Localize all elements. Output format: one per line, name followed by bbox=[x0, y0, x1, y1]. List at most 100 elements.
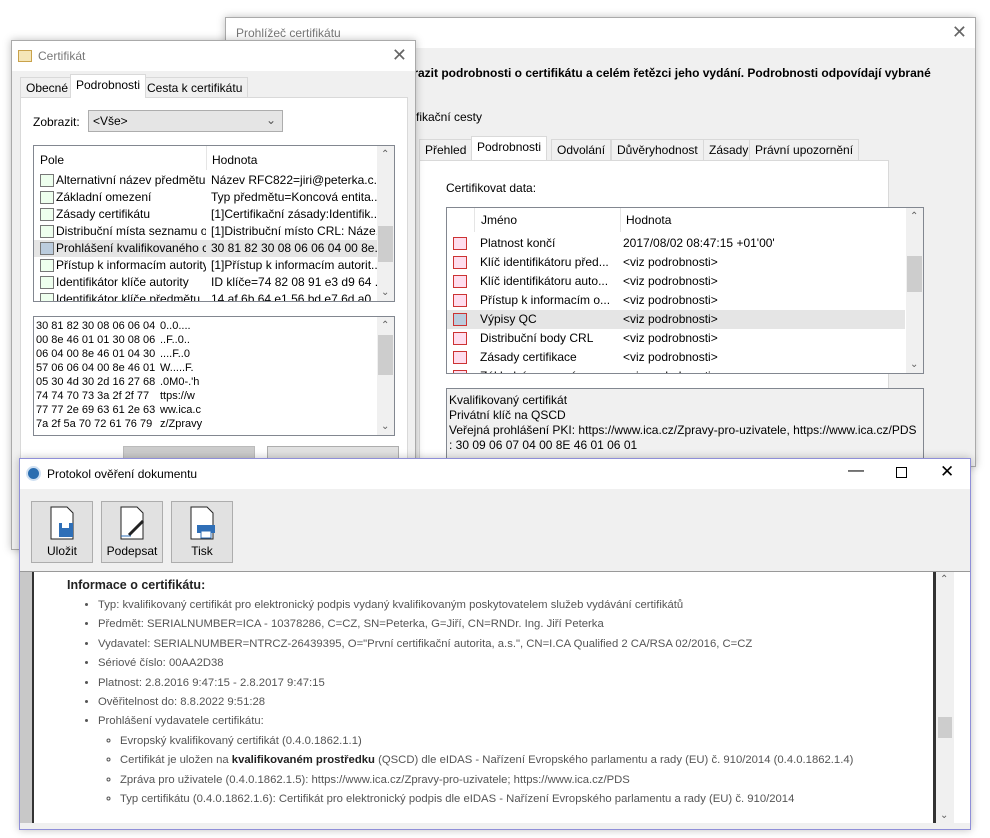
tab-obecne[interactable]: Obecné bbox=[20, 77, 75, 98]
cert-data-row[interactable]: Přístup k informacím o... <viz podrobnost… bbox=[447, 291, 905, 310]
field-row[interactable]: Alternativní název předmětu Název RFC822=… bbox=[34, 172, 378, 189]
row-value: <viz podrobnosti> bbox=[623, 293, 718, 307]
scrollbar[interactable]: ⌃ ⌄ bbox=[906, 208, 923, 373]
info-item: Platnost: 2.8.2016 9:47:15 - 2.8.2017 9:… bbox=[98, 674, 920, 693]
close-icon[interactable]: ✕ bbox=[952, 22, 967, 43]
cert-field-icon bbox=[453, 332, 467, 345]
tab-cesta[interactable]: Cesta k certifikátu bbox=[141, 77, 249, 98]
cert-field-icon bbox=[453, 370, 467, 373]
field-name: Prohlášení kvalifikovaného c... bbox=[56, 241, 206, 255]
detail-line: Veřejná prohlášení PKI: https://www.ica.… bbox=[449, 423, 917, 437]
tab-podrobnosti[interactable]: Podrobnosti bbox=[70, 74, 147, 98]
field-row[interactable]: Identifikátor klíče autority ID klíče=74 … bbox=[34, 274, 378, 291]
field-row[interactable]: Zásady certifikátu [1]Certifikační zásady… bbox=[34, 206, 378, 223]
tab-odvolani[interactable]: Odvolání bbox=[551, 139, 612, 160]
sign-label: Podepsat bbox=[106, 544, 158, 558]
statement-text: (QSCD) dle eIDAS - Nařízení Evropského p… bbox=[374, 754, 854, 767]
viewer-intro: brazit podrobnosti o certifikátu a celém… bbox=[406, 66, 931, 80]
hex-ascii: 0..0.... bbox=[160, 320, 191, 332]
cert-field-icon bbox=[453, 294, 467, 307]
field-row[interactable]: Identifikátor klíče předmětu 14 af 6b 64 … bbox=[34, 291, 378, 302]
viewer-tabs: Přehled Podrobnosti Odvolání Důvěryhodno… bbox=[419, 136, 990, 161]
cert-field-icon bbox=[453, 351, 467, 364]
field-value: 30 81 82 30 08 06 06 04 00 8e... bbox=[211, 241, 378, 255]
cert-data-row[interactable]: Klíč identifikátoru auto... <viz podrobno… bbox=[447, 272, 905, 291]
close-icon[interactable]: ✕ bbox=[392, 45, 407, 66]
scrollbar[interactable]: ⌃ ⌄ bbox=[377, 146, 394, 301]
hex-bytes: 74 74 70 73 3a 2f 2f 77 bbox=[36, 390, 150, 402]
tab-duveryhodnost[interactable]: Důvěryhodnost bbox=[611, 139, 704, 160]
cert-title-bar: Certifikát ✕ bbox=[12, 41, 415, 71]
field-row[interactable]: Základní omezení Typ předmětu=Koncová ent… bbox=[34, 189, 378, 206]
hex-ascii: W.....F. bbox=[160, 362, 194, 374]
cert-data-row[interactable]: Výpisy QC <viz podrobnosti> bbox=[447, 310, 905, 329]
maximize-icon[interactable] bbox=[896, 467, 907, 478]
field-icon bbox=[40, 293, 54, 301]
hex-bytes: 7a 2f 5a 70 72 61 76 79 bbox=[36, 418, 153, 430]
protocol-title-bar: Protokol ověření dokumentu — ✕ bbox=[20, 459, 970, 489]
detail-box[interactable]: Kvalifikovaný certifikát Privátní klíč n… bbox=[446, 388, 924, 468]
show-select[interactable]: <Vše> ⌄ bbox=[88, 110, 283, 132]
field-row[interactable]: Prohlášení kvalifikovaného c... 30 81 82 … bbox=[34, 240, 378, 257]
cert-data-row[interactable]: Klíč identifikátoru před... <viz podrobno… bbox=[447, 253, 905, 272]
print-label: Tisk bbox=[191, 544, 213, 558]
field-value: [1]Distribuční místo CRL: Náze... bbox=[211, 224, 378, 238]
col-name-header[interactable]: Jméno bbox=[481, 213, 517, 227]
hex-bytes: 00 8e 46 01 01 30 08 06 bbox=[36, 334, 156, 346]
row-name: Výpisy QC bbox=[480, 312, 537, 326]
cert-data-row[interactable]: Distribuční body CRL <viz podrobnosti> bbox=[447, 329, 905, 348]
close-icon[interactable]: ✕ bbox=[940, 462, 954, 482]
hex-bytes: 57 06 06 04 00 8e 46 01 bbox=[36, 362, 156, 374]
field-name: Identifikátor klíče předmětu bbox=[56, 292, 201, 302]
statement-item: Evropský kvalifikovaný certifikát (0.4.0… bbox=[120, 732, 920, 751]
field-value: Typ předmětu=Koncová entita... bbox=[211, 190, 378, 204]
field-row[interactable]: Přístup k informacím autority [1]Přístup … bbox=[34, 257, 378, 274]
cert-info-list: Typ: kvalifikovaný certifikát pro elektr… bbox=[98, 596, 920, 805]
statement-item: Zpráva pro uživatele (0.4.0.1862.1.5): h… bbox=[120, 771, 920, 790]
row-name: Základní omezení bbox=[480, 369, 575, 373]
field-icon bbox=[40, 242, 54, 255]
info-item: Ověřitelnost do: 8.8.2022 9:51:28 bbox=[98, 693, 920, 712]
data-label: Certifikovat data: bbox=[446, 181, 537, 195]
field-value: 14 af 6b 64 e1 56 bd e7 6d a0 bbox=[211, 292, 372, 302]
print-button[interactable]: Tisk bbox=[171, 501, 233, 563]
hex-ascii: ..F..0.. bbox=[160, 334, 190, 346]
field-name: Distribuční místa seznamu o... bbox=[56, 224, 206, 238]
statement-item: Typ certifikátu (0.4.0.1862.1.6): Certif… bbox=[120, 790, 920, 809]
info-item: Prohlášení vydavatele certifikátu: Evrop… bbox=[98, 712, 920, 805]
col-field-header[interactable]: Pole bbox=[40, 153, 64, 167]
scrollbar[interactable]: ⌃ ⌄ bbox=[377, 317, 394, 435]
cert-data-row[interactable]: Základní omezení <viz podrobnosti> bbox=[447, 367, 905, 373]
cert-data-row[interactable]: Platnost končí 2017/08/02 08:47:15 +01'00… bbox=[447, 234, 905, 253]
col-value-header[interactable]: Hodnota bbox=[620, 208, 676, 232]
cert-data-list[interactable]: Jméno Hodnota Platnost končí 2017/08/02 0… bbox=[446, 207, 924, 374]
field-row[interactable]: Distribuční místa seznamu o... [1]Distrib… bbox=[34, 223, 378, 240]
row-name: Klíč identifikátoru před... bbox=[480, 255, 609, 269]
row-name: Platnost končí bbox=[480, 236, 556, 250]
info-item: Sériové číslo: 00AA2D38 bbox=[98, 654, 920, 673]
sign-button[interactable]: Podepsat bbox=[101, 501, 163, 563]
col-value-header[interactable]: Hodnota bbox=[206, 146, 262, 170]
hex-bytes: 06 04 00 8e 46 01 04 30 bbox=[36, 348, 156, 360]
hex-ascii: ttps://w bbox=[160, 390, 195, 402]
row-name: Distribuční body CRL bbox=[480, 331, 594, 345]
minimize-icon[interactable]: — bbox=[848, 462, 864, 480]
field-value: [1]Přístup k informacím autorit... bbox=[211, 258, 378, 272]
save-button[interactable]: Uložit bbox=[31, 501, 93, 563]
scrollbar[interactable]: ⌃ ⌄ bbox=[936, 572, 954, 823]
viewer-tab-panel: Certifikovat data: Jméno Hodnota Platnos… bbox=[419, 160, 924, 470]
tab-zasady[interactable]: Zásady bbox=[703, 139, 755, 160]
field-icon bbox=[40, 191, 54, 204]
field-value: Název RFC822=jiri@peterka.c... bbox=[211, 173, 378, 187]
field-list[interactable]: Pole Hodnota Alternativní název předmětu… bbox=[33, 145, 395, 302]
chevron-down-icon: ⌄ bbox=[265, 113, 276, 127]
cert-info-heading: Informace o certifikátu: bbox=[67, 578, 206, 592]
tab-podrobnosti[interactable]: Podrobnosti bbox=[471, 136, 548, 160]
tab-pravni-upozorneni[interactable]: Právní upozornění bbox=[749, 139, 860, 160]
app-globe-icon bbox=[26, 466, 41, 481]
hex-view[interactable]: 30 81 82 30 08 06 06 04 0..0.... 00 8e 46 … bbox=[33, 316, 395, 436]
tab-prehled[interactable]: Přehled bbox=[419, 139, 473, 160]
cert-data-row[interactable]: Zásady certifikace <viz podrobnosti> bbox=[447, 348, 905, 367]
cert-title: Certifikát bbox=[38, 49, 86, 63]
hex-ascii: z/Zpravy bbox=[160, 418, 203, 430]
